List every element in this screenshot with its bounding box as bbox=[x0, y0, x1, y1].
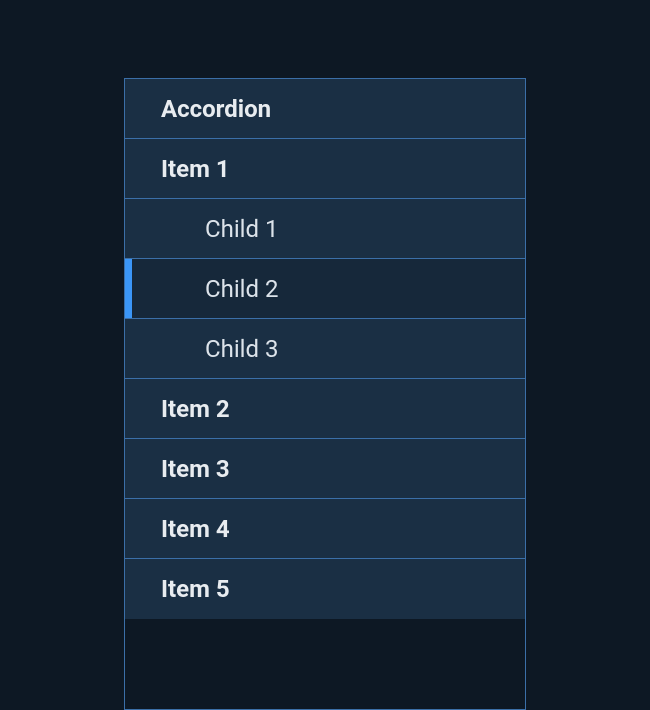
accordion-title: Accordion bbox=[125, 79, 525, 139]
accordion-item-4[interactable]: Item 4 bbox=[125, 499, 525, 559]
accordion-item-5[interactable]: Item 5 bbox=[125, 559, 525, 619]
accordion-title-label: Accordion bbox=[161, 95, 271, 123]
active-indicator bbox=[125, 259, 132, 318]
accordion-item-2[interactable]: Item 2 bbox=[125, 379, 525, 439]
accordion-child-3[interactable]: Child 3 bbox=[125, 319, 525, 379]
accordion-child-1[interactable]: Child 1 bbox=[125, 199, 525, 259]
accordion-item-label: Item 5 bbox=[161, 575, 230, 603]
accordion-child-label: Child 2 bbox=[205, 275, 279, 303]
accordion-item-3[interactable]: Item 3 bbox=[125, 439, 525, 499]
accordion-item-label: Item 4 bbox=[161, 515, 230, 543]
accordion-item-label: Item 2 bbox=[161, 395, 230, 423]
accordion-child-label: Child 3 bbox=[205, 335, 279, 363]
accordion: Accordion Item 1 Child 1 Child 2 Child 3… bbox=[124, 78, 526, 710]
accordion-child-label: Child 1 bbox=[205, 215, 279, 243]
accordion-child-2[interactable]: Child 2 bbox=[125, 259, 525, 319]
accordion-item-1[interactable]: Item 1 bbox=[125, 139, 525, 199]
accordion-item-label: Item 3 bbox=[161, 455, 230, 483]
accordion-item-label: Item 1 bbox=[161, 155, 230, 183]
